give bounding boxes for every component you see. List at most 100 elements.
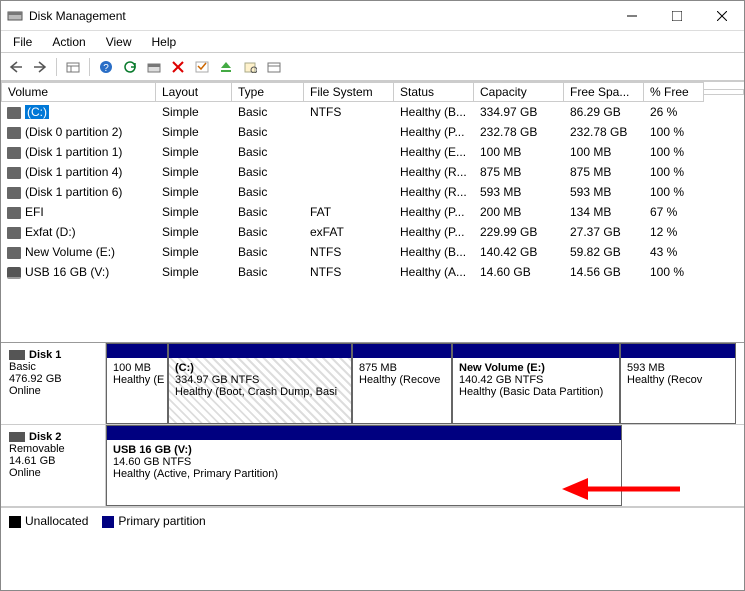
partition[interactable]: 875 MBHealthy (Recove [352, 343, 452, 424]
check-icon[interactable] [191, 56, 213, 78]
table-row[interactable]: Exfat (D:)SimpleBasicexFATHealthy (P...2… [1, 222, 744, 242]
cell-pct: 100 % [644, 144, 704, 160]
legend: Unallocated Primary partition [1, 507, 744, 534]
cell-free: 100 MB [564, 144, 644, 160]
partition[interactable]: (C:)334.97 GB NTFSHealthy (Boot, Crash D… [168, 343, 352, 424]
cell-pct: 12 % [644, 224, 704, 240]
disk-state: Online [9, 467, 97, 479]
volume-icon [7, 227, 21, 239]
cell-capacity: 14.60 GB [474, 264, 564, 280]
legend-primary: Primary partition [102, 514, 205, 528]
disk-info[interactable]: Disk 2Removable14.61 GBOnline [1, 425, 106, 506]
cell-free: 14.56 GB [564, 264, 644, 280]
cell-fs [304, 131, 394, 133]
cell-fs [304, 191, 394, 193]
volume-name: Exfat (D:) [25, 225, 76, 239]
col-type[interactable]: Type [232, 82, 304, 102]
partition-size: 14.60 GB NTFS [113, 456, 615, 468]
cell-fs: NTFS [304, 244, 394, 260]
col-pct-free[interactable]: % Free [644, 82, 704, 102]
rescan-button[interactable] [143, 56, 165, 78]
table-row[interactable]: EFISimpleBasicFATHealthy (P...200 MB134 … [1, 202, 744, 222]
disk-size: 14.61 GB [9, 455, 97, 467]
close-button[interactable] [699, 1, 744, 30]
menu-action[interactable]: Action [44, 33, 93, 51]
disk-state: Online [9, 385, 97, 397]
table-row[interactable]: (C:)SimpleBasicNTFSHealthy (B...334.97 G… [1, 102, 744, 122]
legend-unallocated: Unallocated [9, 514, 88, 528]
cell-type: Basic [232, 144, 304, 160]
partition-status: Healthy (Boot, Crash Dump, Basi [175, 386, 345, 398]
disk-row: Disk 2Removable14.61 GBOnlineUSB 16 GB (… [1, 425, 744, 507]
show-hide-tree-button[interactable] [62, 56, 84, 78]
col-end [704, 89, 744, 95]
cell-capacity: 200 MB [474, 204, 564, 220]
disk-partitions: USB 16 GB (V:)14.60 GB NTFSHealthy (Acti… [106, 425, 744, 506]
cell-fs: exFAT [304, 224, 394, 240]
partition[interactable]: USB 16 GB (V:)14.60 GB NTFSHealthy (Acti… [106, 425, 622, 506]
col-status[interactable]: Status [394, 82, 474, 102]
disk-map-panel: Disk 1Basic476.92 GBOnline100 MBHealthy … [1, 342, 744, 507]
disk-type: Removable [9, 443, 97, 455]
properties-icon[interactable] [239, 56, 261, 78]
cell-fs: NTFS [304, 264, 394, 280]
cell-layout: Simple [156, 204, 232, 220]
back-button[interactable] [5, 56, 27, 78]
svg-text:?: ? [103, 63, 109, 74]
volume-name: EFI [25, 205, 44, 219]
cell-layout: Simple [156, 164, 232, 180]
cell-type: Basic [232, 164, 304, 180]
eject-icon[interactable] [215, 56, 237, 78]
delete-icon[interactable] [167, 56, 189, 78]
partition[interactable]: 100 MBHealthy (E [106, 343, 168, 424]
partition-status: Healthy (Basic Data Partition) [459, 386, 613, 398]
cell-pct: 100 % [644, 164, 704, 180]
forward-button[interactable] [29, 56, 51, 78]
col-volume[interactable]: Volume [1, 82, 156, 102]
partition-size: 334.97 GB NTFS [175, 374, 345, 386]
cell-pct: 67 % [644, 204, 704, 220]
disk-info[interactable]: Disk 1Basic476.92 GBOnline [1, 343, 106, 424]
disk-icon [9, 350, 25, 360]
volume-icon [7, 147, 21, 159]
cell-capacity: 100 MB [474, 144, 564, 160]
volume-name: (Disk 1 partition 4) [25, 165, 122, 179]
col-layout[interactable]: Layout [156, 82, 232, 102]
minimize-button[interactable] [609, 1, 654, 30]
partition-status: Healthy (Active, Primary Partition) [113, 468, 615, 480]
menu-help[interactable]: Help [144, 33, 185, 51]
menu-file[interactable]: File [5, 33, 40, 51]
disk-name: Disk 2 [29, 431, 61, 443]
disk-size: 476.92 GB [9, 373, 97, 385]
cell-type: Basic [232, 224, 304, 240]
col-capacity[interactable]: Capacity [474, 82, 564, 102]
col-free[interactable]: Free Spa... [564, 82, 644, 102]
volume-name: (Disk 1 partition 6) [25, 185, 122, 199]
cell-layout: Simple [156, 244, 232, 260]
maximize-button[interactable] [654, 1, 699, 30]
table-row[interactable]: New Volume (E:)SimpleBasicNTFSHealthy (B… [1, 242, 744, 262]
help-icon[interactable]: ? [95, 56, 117, 78]
cell-free: 875 MB [564, 164, 644, 180]
cell-fs [304, 171, 394, 173]
table-row[interactable]: (Disk 0 partition 2)SimpleBasicHealthy (… [1, 122, 744, 142]
table-row[interactable]: (Disk 1 partition 6)SimpleBasicHealthy (… [1, 182, 744, 202]
settings-button[interactable] [263, 56, 285, 78]
table-row[interactable]: (Disk 1 partition 4)SimpleBasicHealthy (… [1, 162, 744, 182]
partition[interactable]: New Volume (E:)140.42 GB NTFSHealthy (Ba… [452, 343, 620, 424]
partition-status: Healthy (Recov [627, 374, 729, 386]
disk-row: Disk 1Basic476.92 GBOnline100 MBHealthy … [1, 343, 744, 425]
partition-header [621, 344, 735, 358]
partition[interactable]: 593 MBHealthy (Recov [620, 343, 736, 424]
table-row[interactable]: USB 16 GB (V:)SimpleBasicNTFSHealthy (A.… [1, 262, 744, 282]
table-row[interactable]: (Disk 1 partition 1)SimpleBasicHealthy (… [1, 142, 744, 162]
refresh-button[interactable] [119, 56, 141, 78]
cell-status: Healthy (P... [394, 204, 474, 220]
cell-layout: Simple [156, 144, 232, 160]
volume-icon [7, 167, 21, 179]
cell-capacity: 232.78 GB [474, 124, 564, 140]
app-icon [7, 8, 23, 24]
volume-name: (Disk 1 partition 1) [25, 145, 122, 159]
col-filesystem[interactable]: File System [304, 82, 394, 102]
menu-view[interactable]: View [98, 33, 140, 51]
